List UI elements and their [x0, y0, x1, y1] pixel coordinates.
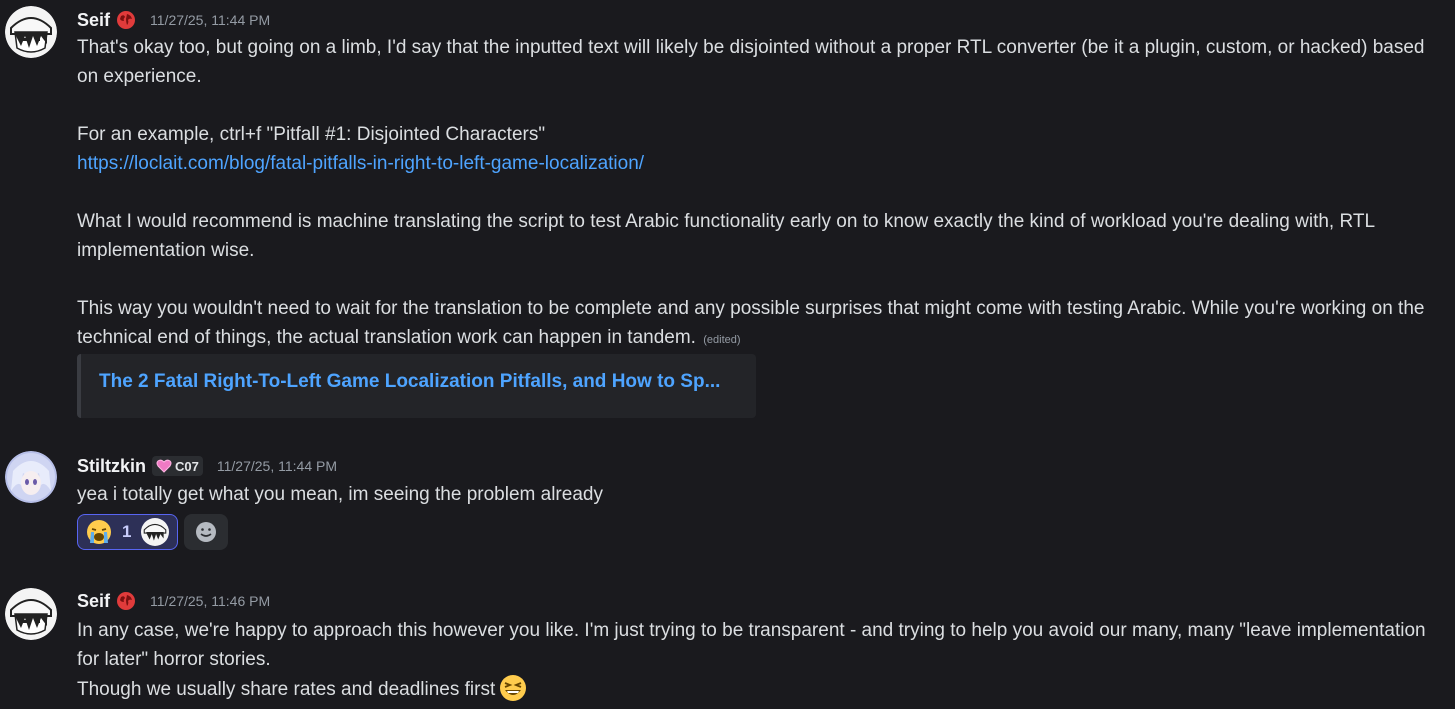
paragraph: For an example, ctrl+f "Pitfall #1: Disj… — [77, 124, 546, 145]
message-link[interactable]: https://loclait.com/blog/fatal-pitfalls-… — [77, 153, 644, 174]
message-header: Stiltzkin C07 11/27/25, 11:44 PM — [77, 454, 337, 478]
add-reaction-button[interactable] — [184, 514, 229, 550]
message-header: Seif 11/27/25, 11:46 PM — [77, 589, 270, 613]
timestamp: 11/27/25, 11:44 PM — [216, 458, 337, 474]
avatar-stiltzkin[interactable] — [5, 451, 57, 503]
paragraph: In any case, we're happy to approach thi… — [77, 620, 1431, 670]
clan-tag[interactable]: C07 — [152, 456, 203, 476]
paragraph: That's okay too, but going on a limb, I'… — [77, 37, 1430, 87]
username[interactable]: Seif — [77, 591, 110, 612]
paragraph-text: Though we usually share rates and deadli… — [77, 679, 496, 700]
reaction-count: 1 — [122, 522, 132, 541]
globe-icon — [117, 592, 136, 610]
username[interactable]: Seif — [77, 10, 110, 31]
message-content: In any case, we're happy to approach thi… — [77, 616, 1437, 704]
edited-label: (edited) — [703, 334, 741, 346]
paragraph: Though we usually share rates and deadli… — [77, 674, 1437, 704]
loudly-crying-face-icon — [87, 520, 111, 544]
avatar-seif[interactable] — [5, 6, 57, 58]
paragraph: yea i totally get what you mean, im seei… — [77, 484, 603, 505]
reaction-crying[interactable]: 1 — [77, 514, 179, 550]
avatar-stiltzkin-image — [5, 451, 57, 503]
smiley-icon — [196, 522, 217, 542]
timestamp: 11/27/25, 11:44 PM — [150, 12, 271, 28]
message-content: That's okay too, but going on a limb, I'… — [77, 33, 1437, 355]
link-embed: The 2 Fatal Right-To-Left Game Localizat… — [77, 354, 756, 418]
timestamp: 11/27/25, 11:46 PM — [150, 593, 271, 609]
message-feed: Seif 11/27/25, 11:44 PM That's okay too,… — [0, 0, 1455, 709]
message-content: yea i totally get what you mean, im seei… — [77, 480, 1437, 509]
avatar-seif-image — [5, 6, 57, 58]
reactions-bar: 1 — [77, 514, 229, 550]
paragraph: This way you wouldn't need to wait for t… — [77, 294, 1437, 355]
username[interactable]: Stiltzkin — [77, 456, 146, 477]
clan-tag-label: C07 — [175, 458, 199, 474]
avatar-seif[interactable] — [5, 588, 57, 640]
embed-title[interactable]: The 2 Fatal Right-To-Left Game Localizat… — [99, 371, 744, 393]
paragraph-text: This way you wouldn't need to wait for t… — [77, 298, 1430, 348]
paragraph: What I would recommend is machine transl… — [77, 211, 1380, 261]
globe-icon — [117, 11, 136, 29]
reactor-avatar-icon — [141, 518, 170, 546]
laughing-face-icon — [500, 675, 527, 701]
heart-icon — [156, 459, 172, 473]
avatar-seif-image — [5, 588, 57, 640]
message-header: Seif 11/27/25, 11:44 PM — [77, 8, 270, 32]
